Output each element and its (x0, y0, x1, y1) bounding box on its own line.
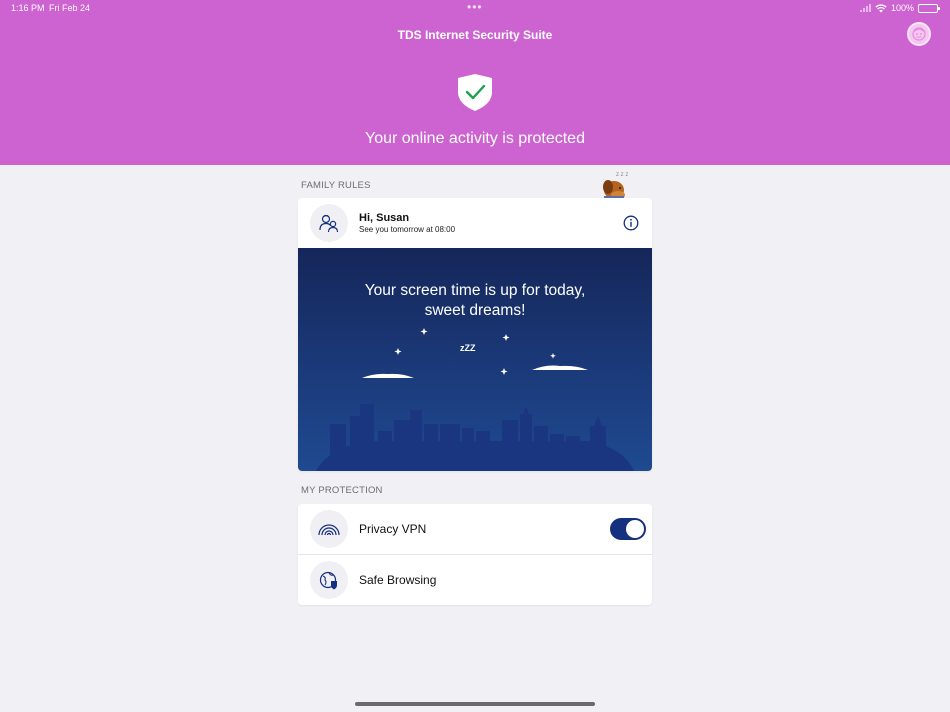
safe-browsing-row[interactable]: Safe Browsing (298, 554, 652, 605)
sleeping-dog-icon: z z z (603, 172, 628, 200)
city-skyline (316, 404, 634, 471)
cloud-left-icon (362, 373, 414, 378)
family-avatar (310, 204, 348, 242)
my-protection-section-label: MY PROTECTION (301, 485, 383, 496)
vpn-icon-circle (310, 510, 348, 548)
cellular-signal-icon (859, 4, 871, 12)
status-time: 1:16 PM (11, 3, 45, 13)
status-date: Fri Feb 24 (49, 3, 91, 13)
privacy-vpn-label: Privacy VPN (359, 522, 427, 536)
battery-icon (918, 3, 940, 13)
privacy-vpn-toggle[interactable] (610, 518, 646, 540)
family-rules-card: Hi, Susan See you tomorrow at 08:00 Your… (298, 198, 652, 471)
safe-browsing-label: Safe Browsing (359, 573, 437, 587)
bedtime-illustration: Your screen time is up for today, sweet … (298, 248, 652, 471)
globe-shield-icon (319, 571, 337, 590)
greeting: Hi, Susan (359, 212, 410, 224)
family-rules-header[interactable]: Hi, Susan See you tomorrow at 08:00 (298, 198, 652, 248)
privacy-vpn-row[interactable]: Privacy VPN (298, 504, 652, 554)
wifi-icon (875, 3, 887, 12)
child-avatar-icon (912, 27, 926, 41)
vpn-rainbow-icon (318, 524, 340, 536)
status-indicators: 100% (859, 3, 940, 13)
home-indicator[interactable] (355, 702, 595, 706)
info-icon[interactable] (623, 215, 639, 231)
moon-snore-text: zZZ (460, 343, 476, 353)
profile-avatar-button[interactable] (907, 22, 931, 46)
screen-time-reset-note: See you tomorrow at 08:00 (359, 225, 456, 234)
cloud-right-icon (532, 365, 588, 370)
app-title: TDS Internet Security Suite (397, 28, 553, 42)
battery-percent: 100% (890, 3, 914, 13)
family-people-icon (319, 214, 339, 233)
safe-browsing-icon-circle (310, 561, 348, 599)
night-sky-scene: zZZ (316, 328, 634, 471)
protection-status-message: Your online activity is protected (365, 130, 585, 147)
family-rules-section-label: FAMILY RULES (301, 180, 371, 191)
shield-check-icon (458, 74, 492, 111)
multitasking-dots[interactable]: ••• (467, 0, 483, 14)
svg-text:z z z: z z z (616, 172, 628, 178)
my-protection-card: Privacy VPN Safe Browsing (298, 504, 652, 605)
header-banner: 1:16 PM Fri Feb 24 ••• 100% TDS Internet… (0, 0, 950, 165)
